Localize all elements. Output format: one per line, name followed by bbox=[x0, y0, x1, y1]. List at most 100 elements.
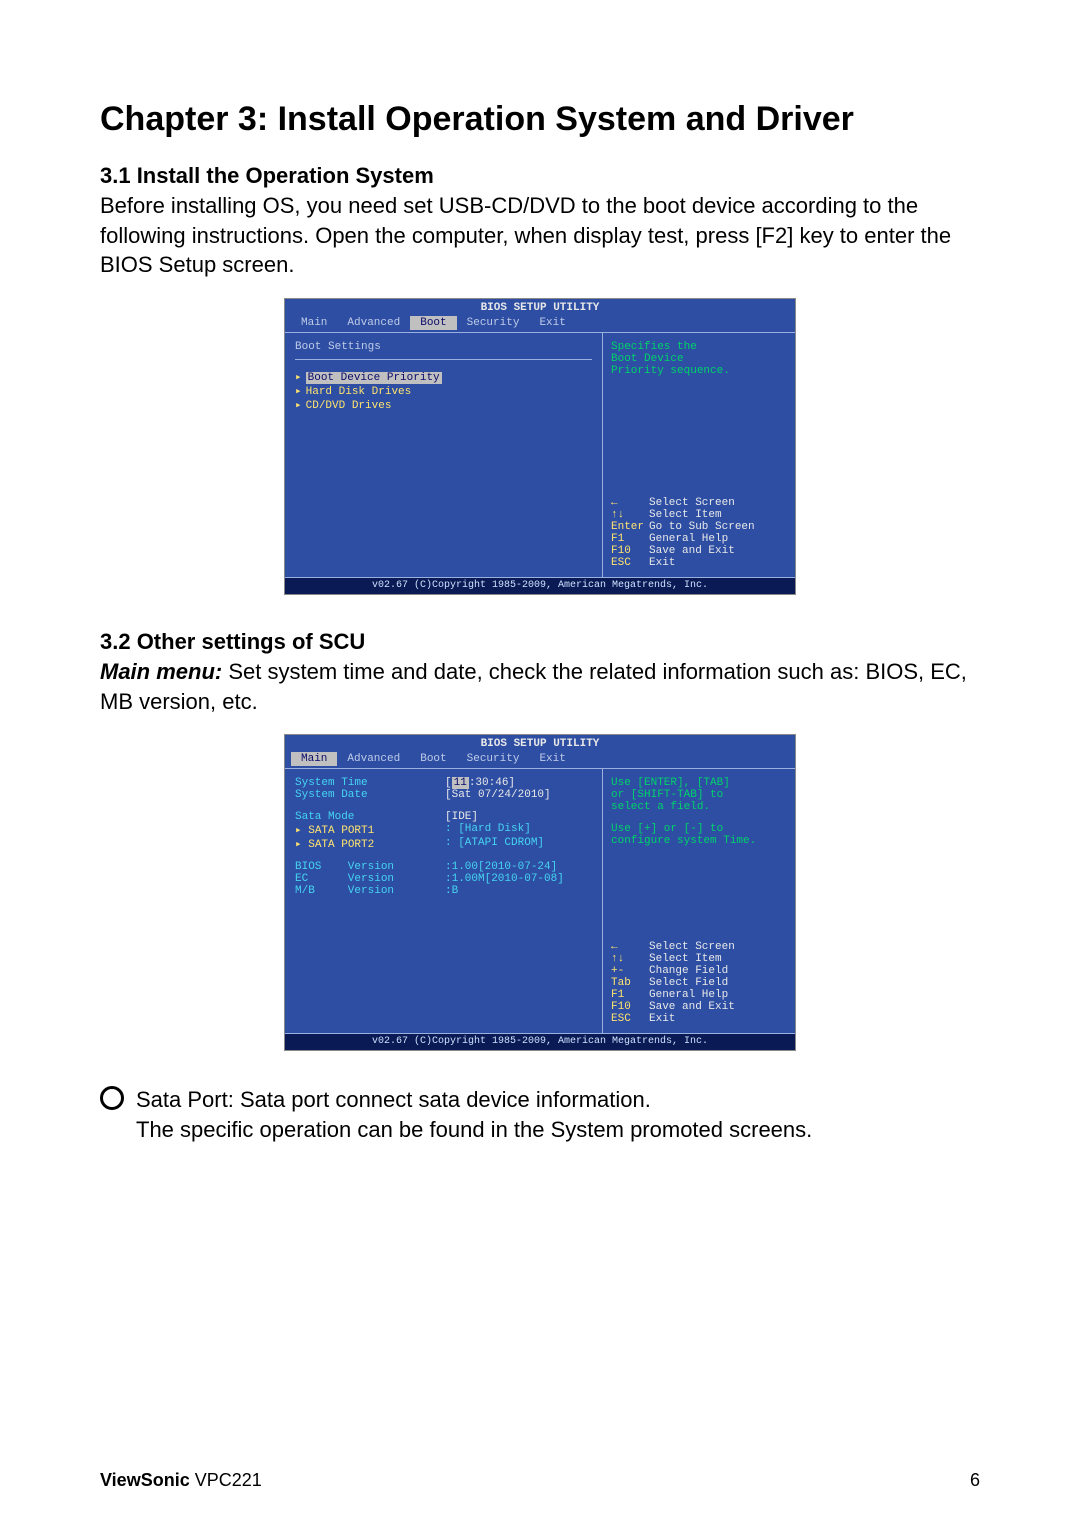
row-value: : [ATAPI CDROM] bbox=[445, 837, 544, 851]
bios-menu-item[interactable]: ▸Boot Device Priority bbox=[295, 370, 592, 384]
row-value: [Sat 07/24/2010] bbox=[445, 789, 551, 801]
submenu-arrow-icon: ▸ bbox=[295, 400, 302, 412]
help-desc-a: Use [ENTER], [TAB] or [SHIFT-TAB] to sel… bbox=[611, 777, 787, 813]
footer-model: VPC221 bbox=[190, 1470, 262, 1490]
bios-title: BIOS SETUP UTILITY bbox=[285, 735, 795, 752]
bios-window: BIOS SETUP UTILITY Main Advanced Boot Se… bbox=[284, 734, 796, 1051]
bios-section-heading: Boot Settings bbox=[295, 341, 592, 353]
section-3-2-heading: 3.2 Other settings of SCU bbox=[100, 629, 980, 655]
row-value: :1.00[2010-07-24] bbox=[445, 861, 557, 873]
bios-row-ec-version: EC Version:1.00M[2010-07-08] bbox=[295, 873, 592, 885]
bios-tabbar: Main Advanced Boot Security Exit bbox=[285, 316, 795, 332]
help-text: Select Screen bbox=[649, 941, 735, 953]
help-key: Tab bbox=[611, 977, 649, 989]
bios-tab-boot[interactable]: Boot bbox=[410, 752, 456, 766]
help-key: F10 bbox=[611, 1001, 649, 1013]
bios-tab-advanced[interactable]: Advanced bbox=[337, 316, 410, 330]
bios-left-pane: System Time[11:30:46]System Date[Sat 07/… bbox=[285, 769, 602, 1033]
help-text: Change Field bbox=[649, 965, 728, 977]
row-label: BIOS Version bbox=[295, 861, 445, 873]
row-value: :B bbox=[445, 885, 458, 897]
bios-tab-exit[interactable]: Exit bbox=[529, 316, 575, 330]
menu-label: Hard Disk Drives bbox=[306, 386, 412, 398]
help-key: ESC bbox=[611, 557, 649, 569]
bios-key-help: ←Select Screen ↑↓Select Item EnterGo to … bbox=[611, 497, 787, 569]
help-key: ESC bbox=[611, 1013, 649, 1025]
help-text: Save and Exit bbox=[649, 545, 735, 557]
bios-footer: v02.67 (C)Copyright 1985-2009, American … bbox=[285, 577, 795, 594]
bios-row-bios-version: BIOS Version:1.00[2010-07-24] bbox=[295, 861, 592, 873]
help-key: F1 bbox=[611, 533, 649, 545]
help-text: General Help bbox=[649, 533, 728, 545]
bios-left-pane: Boot Settings ▸Boot Device Priority ▸Har… bbox=[285, 333, 602, 577]
bios-tab-exit[interactable]: Exit bbox=[529, 752, 575, 766]
bios-tab-main[interactable]: Main bbox=[291, 316, 337, 330]
document-page: Chapter 3: Install Operation System and … bbox=[0, 0, 1080, 1527]
bios-tab-security[interactable]: Security bbox=[457, 752, 530, 766]
bios-tab-main[interactable]: Main bbox=[291, 752, 337, 766]
row-label: EC Version bbox=[295, 873, 445, 885]
row-label: ▸ SATA PORT2 bbox=[295, 837, 445, 851]
menu-label: Boot Device Priority bbox=[306, 372, 442, 384]
bios-right-pane: Use [ENTER], [TAB] or [SHIFT-TAB] to sel… bbox=[602, 769, 795, 1033]
bios-right-pane: Specifies the Boot Device Priority seque… bbox=[602, 333, 795, 577]
menu-label: CD/DVD Drives bbox=[306, 400, 392, 412]
bios-row-system-time[interactable]: System Time[11:30:46] bbox=[295, 777, 592, 789]
help-text: Select Item bbox=[649, 509, 722, 521]
footer-brand-name: ViewSonic bbox=[100, 1470, 190, 1490]
chapter-title: Chapter 3: Install Operation System and … bbox=[100, 100, 980, 139]
help-key: ← bbox=[611, 497, 649, 509]
help-key: ↑↓ bbox=[611, 509, 649, 521]
bios-row-system-date[interactable]: System Date[Sat 07/24/2010] bbox=[295, 789, 592, 801]
row-value: [11:30:46] bbox=[445, 777, 515, 789]
bios-tab-security[interactable]: Security bbox=[457, 316, 530, 330]
help-desc-b: Use [+] or [-] to configure system Time. bbox=[611, 823, 787, 847]
page-footer: ViewSonic VPC221 6 bbox=[100, 1470, 980, 1491]
row-value: :1.00M[2010-07-08] bbox=[445, 873, 564, 885]
bios-screenshot-boot: BIOS SETUP UTILITY Main Advanced Boot Se… bbox=[100, 298, 980, 595]
bios-screenshot-main: BIOS SETUP UTILITY Main Advanced Boot Se… bbox=[100, 734, 980, 1051]
bios-row-sata-port1[interactable]: ▸ SATA PORT1: [Hard Disk] bbox=[295, 823, 592, 837]
bullet-icon bbox=[100, 1086, 124, 1110]
section-3-1-paragraph: Before installing OS, you need set USB-C… bbox=[100, 191, 980, 280]
section-3-2-paragraph: Main menu: Set system time and date, che… bbox=[100, 657, 980, 716]
bullet-line-1: Sata Port: Sata port connect sata device… bbox=[100, 1085, 980, 1115]
row-label: M/B Version bbox=[295, 885, 445, 897]
help-text: Select Field bbox=[649, 977, 728, 989]
main-menu-rest: Set system time and date, check the rela… bbox=[100, 659, 967, 714]
row-label: System Date bbox=[295, 789, 445, 801]
row-value: : [Hard Disk] bbox=[445, 823, 531, 837]
help-key: ↑↓ bbox=[611, 953, 649, 965]
bios-body: Boot Settings ▸Boot Device Priority ▸Har… bbox=[285, 332, 795, 577]
bios-help-description: Use [ENTER], [TAB] or [SHIFT-TAB] to sel… bbox=[611, 777, 787, 847]
bullet-line-2: The specific operation can be found in t… bbox=[136, 1115, 980, 1145]
help-text: Save and Exit bbox=[649, 1001, 735, 1013]
bios-title: BIOS SETUP UTILITY bbox=[285, 299, 795, 316]
help-text: Exit bbox=[649, 1013, 675, 1025]
bios-body: System Time[11:30:46]System Date[Sat 07/… bbox=[285, 768, 795, 1033]
bios-menu-item[interactable]: ▸Hard Disk Drives bbox=[295, 384, 592, 398]
help-key: F1 bbox=[611, 989, 649, 1001]
help-key: F10 bbox=[611, 545, 649, 557]
help-text: Exit bbox=[649, 557, 675, 569]
divider bbox=[295, 359, 592, 360]
help-text: Go to Sub Screen bbox=[649, 521, 755, 533]
help-key: +- bbox=[611, 965, 649, 977]
bios-tab-advanced[interactable]: Advanced bbox=[337, 752, 410, 766]
bios-key-help: ←Select Screen ↑↓Select Item +-Change Fi… bbox=[611, 941, 787, 1025]
help-text: Select Screen bbox=[649, 497, 735, 509]
footer-brand: ViewSonic VPC221 bbox=[100, 1470, 262, 1491]
main-menu-lead: Main menu: bbox=[100, 659, 222, 684]
bios-menu-item[interactable]: ▸ CD/DVD Drives bbox=[295, 398, 592, 412]
bios-row-sata-port2[interactable]: ▸ SATA PORT2: [ATAPI CDROM] bbox=[295, 837, 592, 851]
help-text: General Help bbox=[649, 989, 728, 1001]
help-key: ← bbox=[611, 941, 649, 953]
help-key: Enter bbox=[611, 521, 649, 533]
bios-tab-boot[interactable]: Boot bbox=[410, 316, 456, 330]
bios-row-mb-version: M/B Version:B bbox=[295, 885, 592, 897]
bios-row-sata-mode[interactable]: Sata Mode[IDE] bbox=[295, 811, 592, 823]
page-number: 6 bbox=[970, 1470, 980, 1491]
bullet-text: Sata Port: Sata port connect sata device… bbox=[136, 1087, 651, 1112]
help-text: Select Item bbox=[649, 953, 722, 965]
bios-tabbar: Main Advanced Boot Security Exit bbox=[285, 752, 795, 768]
